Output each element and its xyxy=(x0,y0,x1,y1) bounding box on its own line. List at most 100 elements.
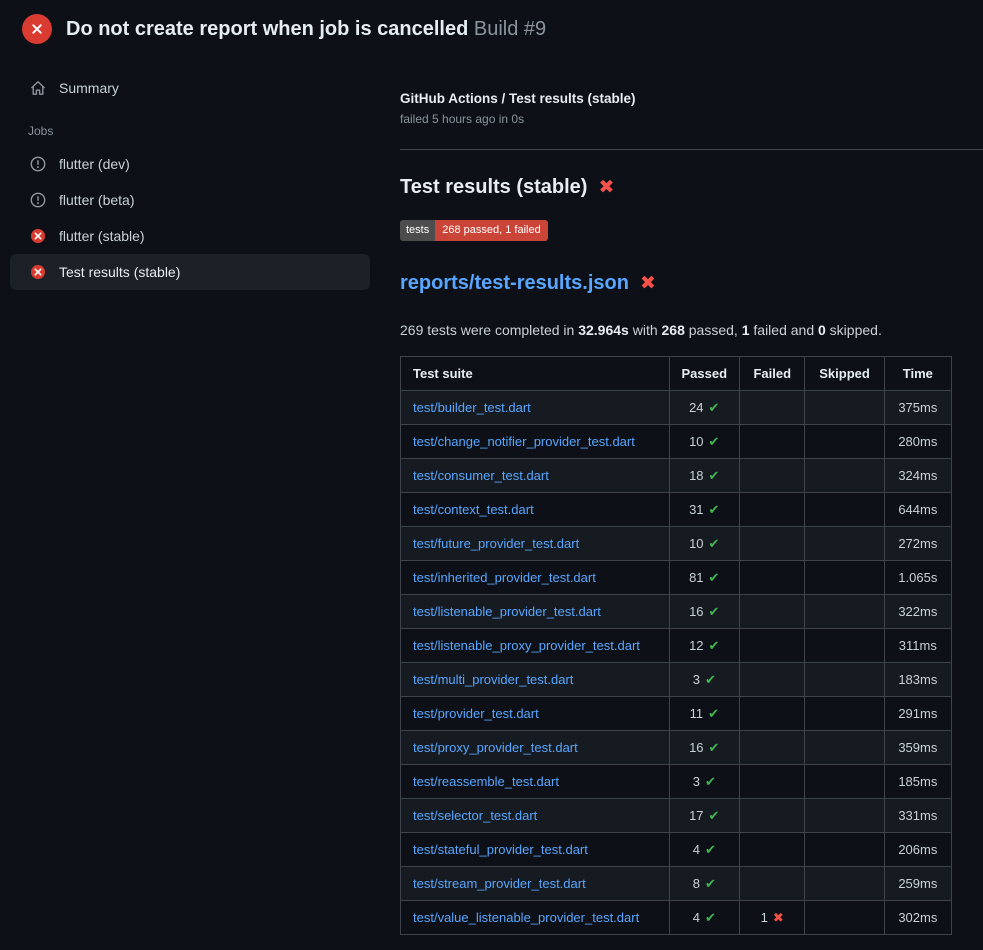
sidebar-item-flutter-stable[interactable]: flutter (stable) xyxy=(10,218,370,254)
test-suite-link[interactable]: test/proxy_provider_test.dart xyxy=(413,740,578,755)
badge-label: tests xyxy=(400,220,435,241)
table-header-row: Test suite Passed Failed Skipped Time xyxy=(401,357,952,391)
test-suite-link[interactable]: test/context_test.dart xyxy=(413,502,534,517)
passed-cell: 10 ✔ xyxy=(669,425,740,459)
test-suite-link[interactable]: test/reassemble_test.dart xyxy=(413,774,559,789)
column-header-failed: Failed xyxy=(740,357,805,391)
passed-count: 12 xyxy=(689,638,703,653)
test-suite-link[interactable]: test/value_listenable_provider_test.dart xyxy=(413,910,639,925)
test-suite-link[interactable]: test/multi_provider_test.dart xyxy=(413,672,573,687)
build-number: Build #9 xyxy=(474,18,546,40)
pass-check-icon: ✔ xyxy=(705,672,716,687)
passed-cell: 18✔ xyxy=(669,459,740,493)
test-results-table: Test suite Passed Failed Skipped Time te… xyxy=(400,356,952,935)
pass-check-icon: ✔ xyxy=(709,536,720,551)
summary-text: 269 tests were completed in xyxy=(400,322,578,338)
pass-check-icon: ✔ xyxy=(709,434,720,449)
test-suite-link[interactable]: test/selector_test.dart xyxy=(413,808,537,823)
test-suite-cell: test/selector_test.dart xyxy=(401,799,670,833)
sidebar-item-flutter-beta[interactable]: flutter (beta) xyxy=(10,182,370,218)
summary-failed-count: 1 xyxy=(742,322,750,338)
time-cell: 331ms xyxy=(884,799,951,833)
pass-check-icon: ✔ xyxy=(705,876,716,891)
check-title: Test results (stable) ✖ xyxy=(400,176,983,199)
test-suite-cell: test/reassemble_test.dart xyxy=(401,765,670,799)
test-suite-link[interactable]: test/stream_provider_test.dart xyxy=(413,876,586,891)
report-title: reports/test-results.json ✖ xyxy=(400,272,983,295)
test-suite-link[interactable]: test/provider_test.dart xyxy=(413,706,539,721)
column-header-time: Time xyxy=(884,357,951,391)
failed-cell: ✖ xyxy=(740,833,805,867)
test-suite-link[interactable]: test/consumer_test.dart xyxy=(413,468,549,483)
failed-cell: ✖ xyxy=(740,731,805,765)
test-suite-link[interactable]: test/stateful_provider_test.dart xyxy=(413,842,588,857)
passed-cell: 31✔ xyxy=(669,493,740,527)
report-file-link[interactable]: reports/test-results.json xyxy=(400,272,629,295)
breadcrumb: GitHub Actions / Test results (stable) xyxy=(400,91,983,106)
skipped-cell xyxy=(805,765,884,799)
test-suite-cell: test/listenable_provider_test.dart xyxy=(401,595,670,629)
sidebar-item-flutter-dev[interactable]: flutter (dev) xyxy=(10,146,370,182)
neutral-status-icon xyxy=(30,192,46,208)
test-suite-link[interactable]: test/builder_test.dart xyxy=(413,400,531,415)
summary-passed-count: 268 xyxy=(662,322,685,338)
workflow-run-title: Do not create report when job is cancell… xyxy=(66,18,468,40)
pass-check-icon: ✔ xyxy=(708,706,719,721)
test-suite-cell: test/consumer_test.dart xyxy=(401,459,670,493)
divider xyxy=(400,149,983,150)
skipped-cell xyxy=(805,459,884,493)
results-table-body: test/builder_test.dart 24✔ ✖ 375ms test/… xyxy=(401,391,952,935)
time-cell: 1.065s xyxy=(884,561,951,595)
failed-x-icon: ✖ xyxy=(598,178,614,197)
table-row: test/selector_test.dart 17✔ ✖ 331ms xyxy=(401,799,952,833)
column-header-test-suite: Test suite xyxy=(401,357,670,391)
time-cell: 302ms xyxy=(884,901,951,935)
skipped-cell xyxy=(805,493,884,527)
pass-check-icon: ✔ xyxy=(709,808,720,823)
passed-cell: 17✔ xyxy=(669,799,740,833)
time-cell: 311ms xyxy=(884,629,951,663)
pass-check-icon: ✔ xyxy=(709,604,720,619)
skipped-cell xyxy=(805,561,884,595)
failed-cell: ✖ xyxy=(740,799,805,833)
skipped-cell xyxy=(805,799,884,833)
failed-status-icon xyxy=(30,264,46,280)
passed-count: 10 xyxy=(689,434,703,449)
table-row: test/context_test.dart 31✔ ✖ 644ms xyxy=(401,493,952,527)
pass-check-icon: ✔ xyxy=(709,570,720,585)
test-suite-link[interactable]: test/listenable_proxy_provider_test.dart xyxy=(413,638,640,653)
job-label: flutter (stable) xyxy=(59,228,145,244)
test-suite-cell: test/multi_provider_test.dart xyxy=(401,663,670,697)
test-suite-cell: test/change_notifier_provider_test.dart xyxy=(401,425,670,459)
pass-check-icon: ✔ xyxy=(705,842,716,857)
passed-cell: 8✔ xyxy=(669,867,740,901)
time-cell: 644ms xyxy=(884,493,951,527)
failed-cell: 1✖ xyxy=(740,901,805,935)
passed-count: 11 xyxy=(690,706,704,721)
test-suite-link[interactable]: test/change_notifier_provider_test.dart xyxy=(413,434,635,449)
column-header-skipped: Skipped xyxy=(805,357,884,391)
page-header: Do not create report when job is cancell… xyxy=(0,0,983,56)
test-suite-link[interactable]: test/inherited_provider_test.dart xyxy=(413,570,596,585)
skipped-cell xyxy=(805,731,884,765)
passed-count: 24 xyxy=(689,400,703,415)
failed-cell: ✖ xyxy=(740,697,805,731)
time-cell: 322ms xyxy=(884,595,951,629)
home-icon xyxy=(30,80,46,96)
test-suite-link[interactable]: test/future_provider_test.dart xyxy=(413,536,579,551)
pass-check-icon: ✔ xyxy=(709,400,720,415)
table-row: test/provider_test.dart 11✔ ✖ 291ms xyxy=(401,697,952,731)
test-suite-link[interactable]: test/listenable_provider_test.dart xyxy=(413,604,601,619)
failed-status-icon xyxy=(22,14,52,44)
sidebar-item-summary[interactable]: Summary xyxy=(0,70,400,106)
summary-text: passed, xyxy=(685,322,742,338)
time-cell: 359ms xyxy=(884,731,951,765)
passed-cell: 24 ✔ xyxy=(669,391,740,425)
results-summary: 269 tests were completed in 32.964s with… xyxy=(400,322,983,338)
sidebar-item-test-results-stable[interactable]: Test results (stable) xyxy=(10,254,370,290)
run-status-line: failed 5 hours ago in 0s xyxy=(400,112,983,126)
failed-cell: ✖ xyxy=(740,493,805,527)
passed-count: 3 xyxy=(693,774,700,789)
passed-count: 8 xyxy=(693,876,700,891)
tests-badge: tests 268 passed, 1 failed xyxy=(400,220,548,241)
